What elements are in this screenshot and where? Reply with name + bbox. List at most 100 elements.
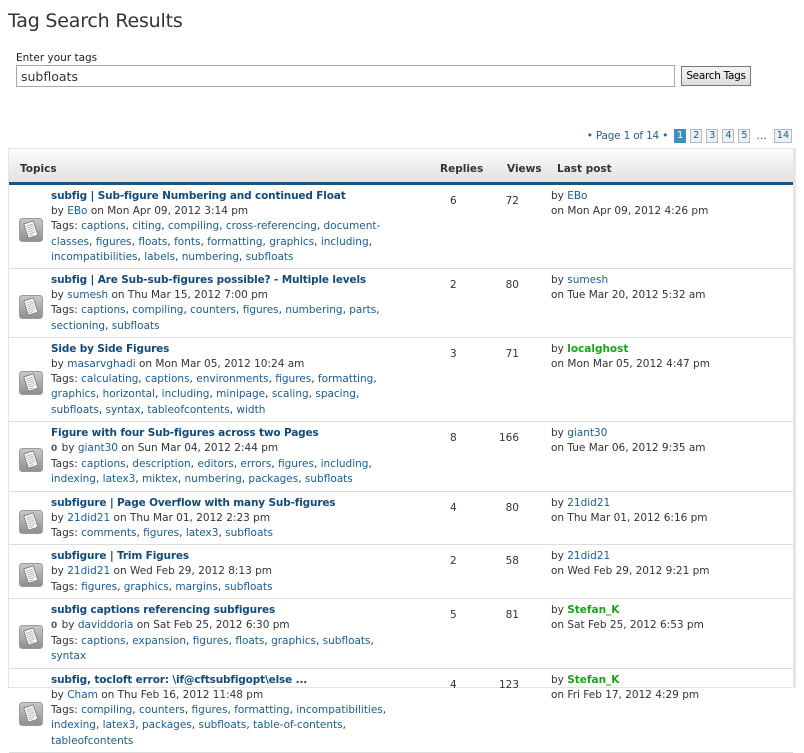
tag-link[interactable]: incompatibilities bbox=[51, 251, 138, 263]
tag-link[interactable]: including bbox=[321, 236, 369, 248]
tag-link[interactable]: latex3 bbox=[186, 527, 219, 539]
tag-link[interactable]: figures bbox=[192, 704, 228, 716]
tag-link[interactable]: figures bbox=[275, 373, 311, 385]
last-post-author-link[interactable]: Stefan_K bbox=[567, 604, 619, 616]
last-post-author-link[interactable]: Stefan_K bbox=[567, 674, 619, 686]
tag-link[interactable]: calculating bbox=[81, 373, 138, 385]
tag-link[interactable]: spacing bbox=[315, 388, 356, 400]
author-link[interactable]: Cham bbox=[67, 689, 98, 701]
tag-link[interactable]: figures bbox=[81, 581, 117, 593]
tag-link[interactable]: packages bbox=[248, 473, 298, 485]
tag-link[interactable]: subfloats bbox=[305, 473, 353, 485]
page-link-4[interactable]: 4 bbox=[722, 129, 735, 143]
search-tags-button[interactable]: Search Tags bbox=[681, 66, 751, 86]
last-post-author-link[interactable]: sumesh bbox=[567, 274, 608, 286]
tag-link[interactable]: numbering bbox=[185, 473, 242, 485]
page-link-3[interactable]: 3 bbox=[706, 129, 719, 143]
tag-link[interactable]: graphics bbox=[271, 635, 316, 647]
tag-link[interactable]: parts bbox=[349, 304, 376, 316]
tag-link[interactable]: syntax bbox=[106, 404, 141, 416]
tag-link[interactable]: environments bbox=[196, 373, 268, 385]
tag-link[interactable]: captions bbox=[81, 458, 125, 470]
tag-link[interactable]: latex3 bbox=[103, 719, 136, 731]
author-link[interactable]: daviddoria bbox=[78, 619, 134, 631]
tag-link[interactable]: floats bbox=[138, 236, 167, 248]
page-link-2[interactable]: 2 bbox=[690, 129, 703, 143]
tag-link[interactable]: figures bbox=[143, 527, 179, 539]
tag-link[interactable]: syntax bbox=[51, 650, 86, 662]
tag-link[interactable]: graphics bbox=[269, 236, 314, 248]
tag-link[interactable]: packages bbox=[142, 719, 192, 731]
tag-link[interactable]: captions bbox=[81, 220, 125, 232]
author-link[interactable]: 21did21 bbox=[67, 512, 110, 524]
tag-link[interactable]: formatting bbox=[207, 236, 262, 248]
tag-link[interactable]: citing bbox=[132, 220, 161, 232]
tag-link[interactable]: compiling bbox=[132, 304, 183, 316]
tag-link[interactable]: description bbox=[132, 458, 190, 470]
tag-link[interactable]: numbering bbox=[285, 304, 342, 316]
tag-link[interactable]: indexing bbox=[51, 473, 96, 485]
topic-title-link[interactable]: subfig captions referencing subfigures bbox=[51, 604, 275, 616]
tag-link[interactable]: errors bbox=[240, 458, 271, 470]
tag-link[interactable]: indexing bbox=[51, 719, 96, 731]
tag-link[interactable]: numbering bbox=[182, 251, 239, 263]
tag-link[interactable]: graphics bbox=[51, 388, 96, 400]
author-link[interactable]: giant30 bbox=[78, 442, 118, 454]
tag-link[interactable]: including bbox=[321, 458, 369, 470]
tag-link[interactable]: figures bbox=[193, 635, 229, 647]
tag-link[interactable]: margins bbox=[175, 581, 218, 593]
last-post-author-link[interactable]: giant30 bbox=[567, 427, 607, 439]
last-post-author-link[interactable]: EBo bbox=[567, 190, 587, 202]
topic-title-link[interactable]: subfig | Are Sub-sub-figures possible? -… bbox=[51, 274, 366, 286]
author-link[interactable]: masarvghadi bbox=[67, 358, 135, 370]
tag-link[interactable]: expansion bbox=[132, 635, 186, 647]
tag-link[interactable]: figures bbox=[243, 304, 279, 316]
tag-link[interactable]: captions bbox=[145, 373, 189, 385]
tag-link[interactable]: comments bbox=[81, 527, 136, 539]
page-link-5[interactable]: 5 bbox=[738, 129, 751, 143]
tag-link[interactable]: subfloats bbox=[112, 320, 160, 332]
tag-link[interactable]: incompatibilities bbox=[296, 704, 383, 716]
tag-link[interactable]: horizontal bbox=[103, 388, 155, 400]
tag-link[interactable]: editors bbox=[197, 458, 233, 470]
last-post-author-link[interactable]: 21did21 bbox=[567, 550, 610, 562]
tag-link[interactable]: width bbox=[236, 404, 265, 416]
tag-link[interactable]: labels bbox=[144, 251, 175, 263]
tags-search-input[interactable] bbox=[16, 65, 675, 87]
tag-link[interactable]: counters bbox=[139, 704, 185, 716]
tag-link[interactable]: fonts bbox=[174, 236, 200, 248]
tag-link[interactable]: captions bbox=[81, 304, 125, 316]
tag-link[interactable]: tableofcontents bbox=[51, 735, 133, 747]
tag-link[interactable]: minipage bbox=[216, 388, 265, 400]
topic-title-link[interactable]: subfig, tocloft error: \if@cftsubfigopt\… bbox=[51, 674, 307, 686]
tag-link[interactable]: counters bbox=[190, 304, 236, 316]
author-link[interactable]: EBo bbox=[67, 205, 87, 217]
tag-link[interactable]: subfloats bbox=[225, 581, 273, 593]
tag-link[interactable]: subfloats bbox=[246, 251, 294, 263]
tag-link[interactable]: latex3 bbox=[103, 473, 136, 485]
page-link-last[interactable]: 14 bbox=[773, 129, 792, 143]
tag-link[interactable]: tableofcontents bbox=[147, 404, 229, 416]
tag-link[interactable]: subfloats bbox=[198, 719, 246, 731]
tag-link[interactable]: miktex bbox=[142, 473, 178, 485]
tag-link[interactable]: compiling bbox=[168, 220, 219, 232]
topic-title-link[interactable]: Side by Side Figures bbox=[51, 343, 169, 355]
tag-link[interactable]: subfloats bbox=[323, 635, 371, 647]
topic-title-link[interactable]: subfig | Sub-figure Numbering and contin… bbox=[51, 190, 346, 202]
tag-link[interactable]: sectioning bbox=[51, 320, 105, 332]
tag-link[interactable]: subfloats bbox=[225, 527, 273, 539]
tag-link[interactable]: figures bbox=[278, 458, 314, 470]
topic-title-link[interactable]: subfigure | Trim Figures bbox=[51, 550, 189, 562]
last-post-author-link[interactable]: 21did21 bbox=[567, 497, 610, 509]
tag-link[interactable]: floats bbox=[235, 635, 264, 647]
page-link-1[interactable]: 1 bbox=[674, 129, 687, 143]
topic-title-link[interactable]: Figure with four Sub-figures across two … bbox=[51, 427, 319, 439]
tag-link[interactable]: cross-referencing bbox=[226, 220, 317, 232]
tag-link[interactable]: formatting bbox=[318, 373, 373, 385]
tag-link[interactable]: including bbox=[162, 388, 210, 400]
last-post-author-link[interactable]: localghost bbox=[567, 343, 628, 355]
tag-link[interactable]: figures bbox=[96, 236, 132, 248]
tag-link[interactable]: table-of-contents bbox=[253, 719, 343, 731]
author-link[interactable]: 21did21 bbox=[67, 565, 110, 577]
tag-link[interactable]: graphics bbox=[124, 581, 169, 593]
